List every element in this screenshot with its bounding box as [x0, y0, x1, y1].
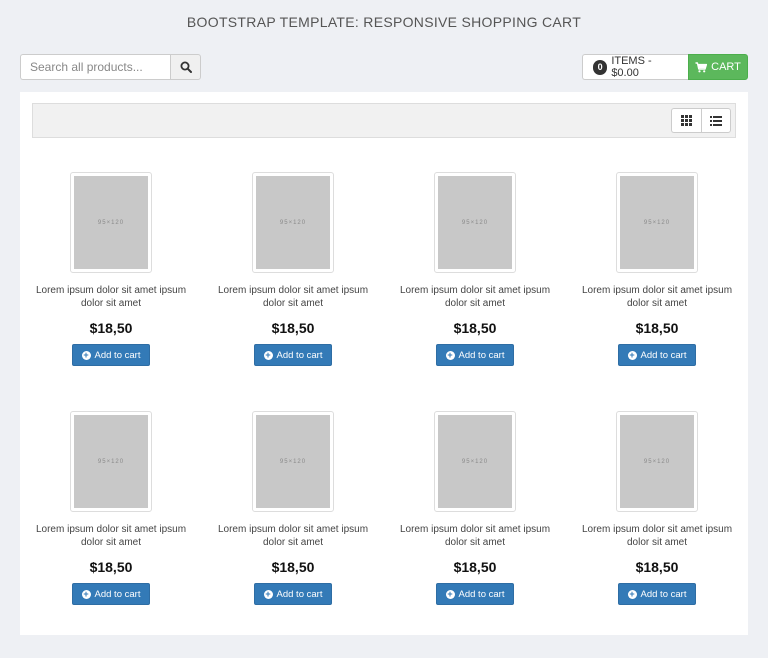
add-to-cart-label: Add to cart [276, 588, 323, 600]
list-view-button[interactable] [701, 108, 731, 133]
plus-circle-icon: + [627, 349, 637, 360]
product-price: $18,50 [89, 559, 133, 575]
product-card: 95×120 Lorem ipsum dolor sit amet ipsum … [566, 172, 748, 411]
page-title: BOOTSTRAP TEMPLATE: RESPONSIVE SHOPPING … [186, 14, 582, 30]
product-image[interactable]: 95×120 [434, 411, 516, 512]
products-panel: 95×120 Lorem ipsum dolor sit amet ipsum … [20, 92, 748, 635]
list-icon [710, 115, 722, 126]
add-to-cart-button[interactable]: + Add to cart [618, 344, 696, 366]
cart-group: 0 ITEMS - $0.00 CART [582, 54, 748, 80]
product-price: $18,50 [453, 320, 497, 336]
add-to-cart-button[interactable]: + Add to cart [254, 583, 332, 605]
view-toggle-group [671, 108, 731, 133]
product-image[interactable]: 95×120 [434, 172, 516, 273]
cart-button[interactable]: CART [688, 54, 748, 80]
product-card: 95×120 Lorem ipsum dolor sit amet ipsum … [20, 411, 202, 650]
cart-summary-button[interactable]: 0 ITEMS - $0.00 [582, 54, 688, 80]
product-name: Lorem ipsum dolor sit amet ipsum dolor s… [35, 524, 187, 548]
product-card: 95×120 Lorem ipsum dolor sit amet ipsum … [20, 172, 202, 411]
grid-icon [681, 115, 692, 126]
add-to-cart-button[interactable]: + Add to cart [72, 344, 150, 366]
plus-circle-icon: + [263, 349, 273, 360]
product-image[interactable]: 95×120 [70, 172, 152, 273]
product-price: $18,50 [635, 559, 679, 575]
search-button[interactable] [170, 54, 201, 80]
cart-button-label: CART [711, 61, 741, 73]
product-name: Lorem ipsum dolor sit amet ipsum dolor s… [35, 285, 187, 309]
product-image[interactable]: 95×120 [252, 172, 334, 273]
image-placeholder-label: 95×120 [438, 415, 512, 508]
product-price: $18,50 [271, 559, 315, 575]
product-price: $18,50 [635, 320, 679, 336]
add-to-cart-label: Add to cart [94, 349, 141, 361]
image-placeholder-label: 95×120 [620, 176, 694, 269]
product-image[interactable]: 95×120 [616, 411, 698, 512]
search-icon [180, 61, 192, 73]
image-placeholder-label: 95×120 [438, 176, 512, 269]
product-grid: 95×120 Lorem ipsum dolor sit amet ipsum … [20, 172, 748, 650]
product-name: Lorem ipsum dolor sit amet ipsum dolor s… [399, 285, 551, 309]
product-name: Lorem ipsum dolor sit amet ipsum dolor s… [399, 524, 551, 548]
add-to-cart-button[interactable]: + Add to cart [72, 583, 150, 605]
product-name: Lorem ipsum dolor sit amet ipsum dolor s… [217, 524, 369, 548]
product-image[interactable]: 95×120 [252, 411, 334, 512]
shopping-cart-icon [695, 61, 708, 72]
image-placeholder-label: 95×120 [256, 415, 330, 508]
product-name: Lorem ipsum dolor sit amet ipsum dolor s… [581, 524, 733, 548]
grid-view-button[interactable] [671, 108, 701, 133]
add-to-cart-button[interactable]: + Add to cart [436, 583, 514, 605]
plus-circle-icon: + [263, 588, 273, 599]
product-price: $18,50 [89, 320, 133, 336]
add-to-cart-button[interactable]: + Add to cart [254, 344, 332, 366]
search-group [20, 54, 201, 80]
image-placeholder-label: 95×120 [256, 176, 330, 269]
add-to-cart-label: Add to cart [640, 349, 687, 361]
product-card: 95×120 Lorem ipsum dolor sit amet ipsum … [202, 172, 384, 411]
search-input[interactable] [20, 54, 170, 80]
image-placeholder-label: 95×120 [74, 176, 148, 269]
product-name: Lorem ipsum dolor sit amet ipsum dolor s… [581, 285, 733, 309]
product-price: $18,50 [271, 320, 315, 336]
product-image[interactable]: 95×120 [70, 411, 152, 512]
view-toolbar [32, 103, 736, 138]
image-placeholder-label: 95×120 [74, 415, 148, 508]
product-name: Lorem ipsum dolor sit amet ipsum dolor s… [217, 285, 369, 309]
plus-circle-icon: + [627, 588, 637, 599]
plus-circle-icon: + [445, 588, 455, 599]
add-to-cart-label: Add to cart [276, 349, 323, 361]
add-to-cart-button[interactable]: + Add to cart [618, 583, 696, 605]
cart-count-badge: 0 [593, 59, 608, 75]
product-card: 95×120 Lorem ipsum dolor sit amet ipsum … [384, 411, 566, 650]
add-to-cart-label: Add to cart [458, 588, 505, 600]
product-card: 95×120 Lorem ipsum dolor sit amet ipsum … [566, 411, 748, 650]
image-placeholder-label: 95×120 [620, 415, 694, 508]
add-to-cart-button[interactable]: + Add to cart [436, 344, 514, 366]
plus-circle-icon: + [81, 349, 91, 360]
plus-circle-icon: + [81, 588, 91, 599]
product-price: $18,50 [453, 559, 497, 575]
add-to-cart-label: Add to cart [640, 588, 687, 600]
cart-summary-label: ITEMS - $0.00 [611, 55, 652, 79]
product-card: 95×120 Lorem ipsum dolor sit amet ipsum … [202, 411, 384, 650]
product-image[interactable]: 95×120 [616, 172, 698, 273]
product-card: 95×120 Lorem ipsum dolor sit amet ipsum … [384, 172, 566, 411]
add-to-cart-label: Add to cart [94, 588, 141, 600]
plus-circle-icon: + [445, 349, 455, 360]
add-to-cart-label: Add to cart [458, 349, 505, 361]
